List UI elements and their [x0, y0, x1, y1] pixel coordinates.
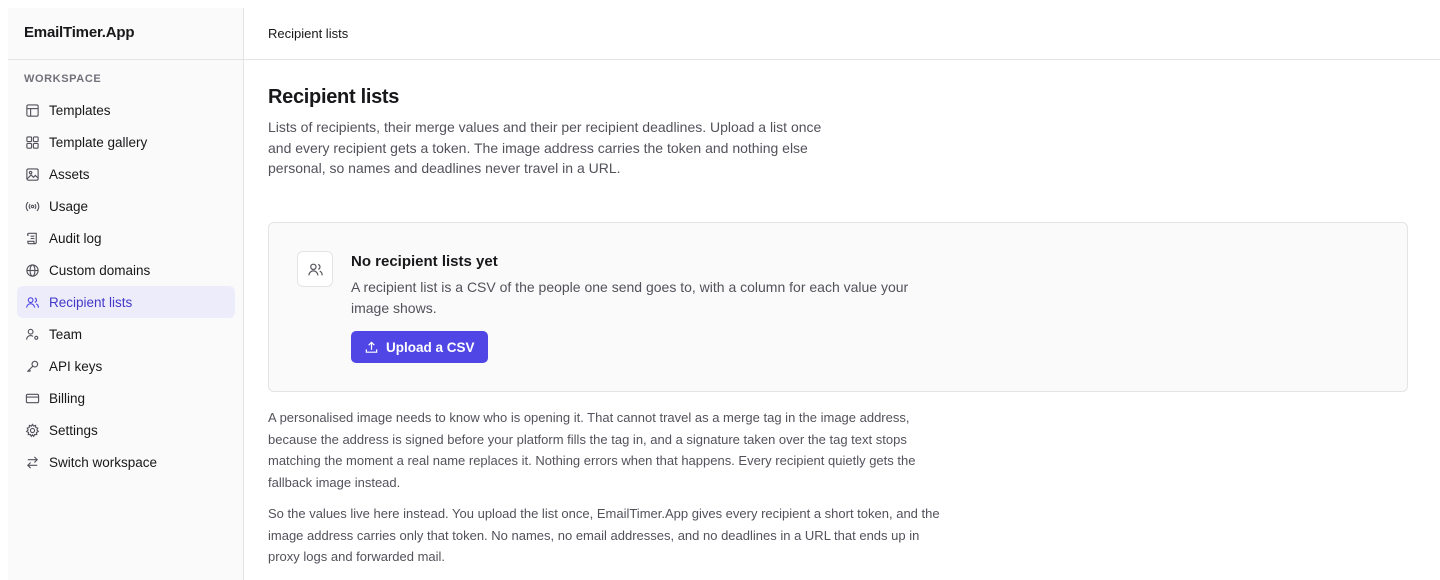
- main-content: Recipient lists Recipient lists Lists of…: [244, 8, 1440, 580]
- grid-icon: [24, 134, 40, 150]
- image-icon: [24, 166, 40, 182]
- users-icon: [297, 251, 333, 287]
- broadcast-icon: [24, 198, 40, 214]
- sidebar-item-label: Usage: [49, 198, 89, 214]
- sidebar-item-team[interactable]: Team: [17, 318, 235, 350]
- sidebar-item-label: Team: [49, 326, 83, 342]
- sidebar-item-billing[interactable]: Billing: [17, 382, 235, 414]
- sidebar-divider: [8, 59, 243, 60]
- brand-logo[interactable]: EmailTimer.App: [24, 24, 134, 41]
- sidebar-item-label: Templates: [49, 102, 111, 118]
- globe-icon: [24, 262, 40, 278]
- sidebar-section-label: WORKSPACE: [24, 73, 102, 85]
- sidebar-item-label: Custom domains: [49, 262, 151, 278]
- scroll-icon: [24, 230, 40, 246]
- sidebar-item-label: Template gallery: [49, 134, 148, 150]
- sidebar-item-assets[interactable]: Assets: [17, 158, 235, 190]
- page-description: Lists of recipients, their merge values …: [268, 119, 822, 176]
- table-icon: [24, 102, 40, 118]
- explanation-paragraph-2: So the values live here instead. You upl…: [268, 506, 940, 564]
- sidebar-item-usage[interactable]: Usage: [17, 190, 235, 222]
- sidebar-item-settings[interactable]: Settings: [17, 414, 235, 446]
- upload-csv-label: Upload a CSV: [386, 339, 475, 355]
- user-cog-icon: [24, 326, 40, 342]
- credit-card-icon: [24, 390, 40, 406]
- sidebar-item-audit-log[interactable]: Audit log: [17, 222, 235, 254]
- sidebar-item-label: Switch workspace: [49, 454, 158, 470]
- sidebar-item-label: Settings: [49, 422, 98, 438]
- sidebar-item-api-keys[interactable]: API keys: [17, 350, 235, 382]
- swap-icon: [24, 454, 40, 470]
- empty-state-description: A recipient list is a CSV of the people …: [351, 279, 909, 316]
- top-bar: Recipient lists: [244, 8, 1440, 60]
- explanation-paragraph-1: A personalised image needs to know who i…: [268, 410, 916, 490]
- sidebar: EmailTimer.App WORKSPACE Templates Templ…: [8, 8, 244, 580]
- upload-icon: [364, 340, 379, 355]
- sidebar-nav: Templates Template gallery Assets Usage …: [17, 94, 235, 478]
- breadcrumb[interactable]: Recipient lists: [268, 26, 348, 41]
- sidebar-item-templates[interactable]: Templates: [17, 94, 235, 126]
- sidebar-item-template-gallery[interactable]: Template gallery: [17, 126, 235, 158]
- sidebar-item-label: Assets: [49, 166, 90, 182]
- app-shell: EmailTimer.App WORKSPACE Templates Templ…: [8, 8, 1440, 580]
- sidebar-item-switch-workspace[interactable]: Switch workspace: [17, 446, 235, 478]
- sidebar-item-custom-domains[interactable]: Custom domains: [17, 254, 235, 286]
- key-icon: [24, 358, 40, 374]
- sidebar-item-label: Audit log: [49, 230, 102, 246]
- sidebar-item-label: Billing: [49, 390, 86, 406]
- sidebar-item-label: Recipient lists: [49, 294, 133, 310]
- sidebar-item-recipient-lists[interactable]: Recipient lists: [17, 286, 235, 318]
- gear-icon: [24, 422, 40, 438]
- users-icon: [24, 294, 40, 310]
- page-title: Recipient lists: [268, 86, 400, 108]
- upload-csv-button[interactable]: Upload a CSV: [351, 331, 488, 363]
- empty-state-card: No recipient lists yet A recipient list …: [268, 222, 1408, 392]
- sidebar-item-label: API keys: [49, 358, 103, 374]
- empty-state-title: No recipient lists yet: [351, 253, 498, 270]
